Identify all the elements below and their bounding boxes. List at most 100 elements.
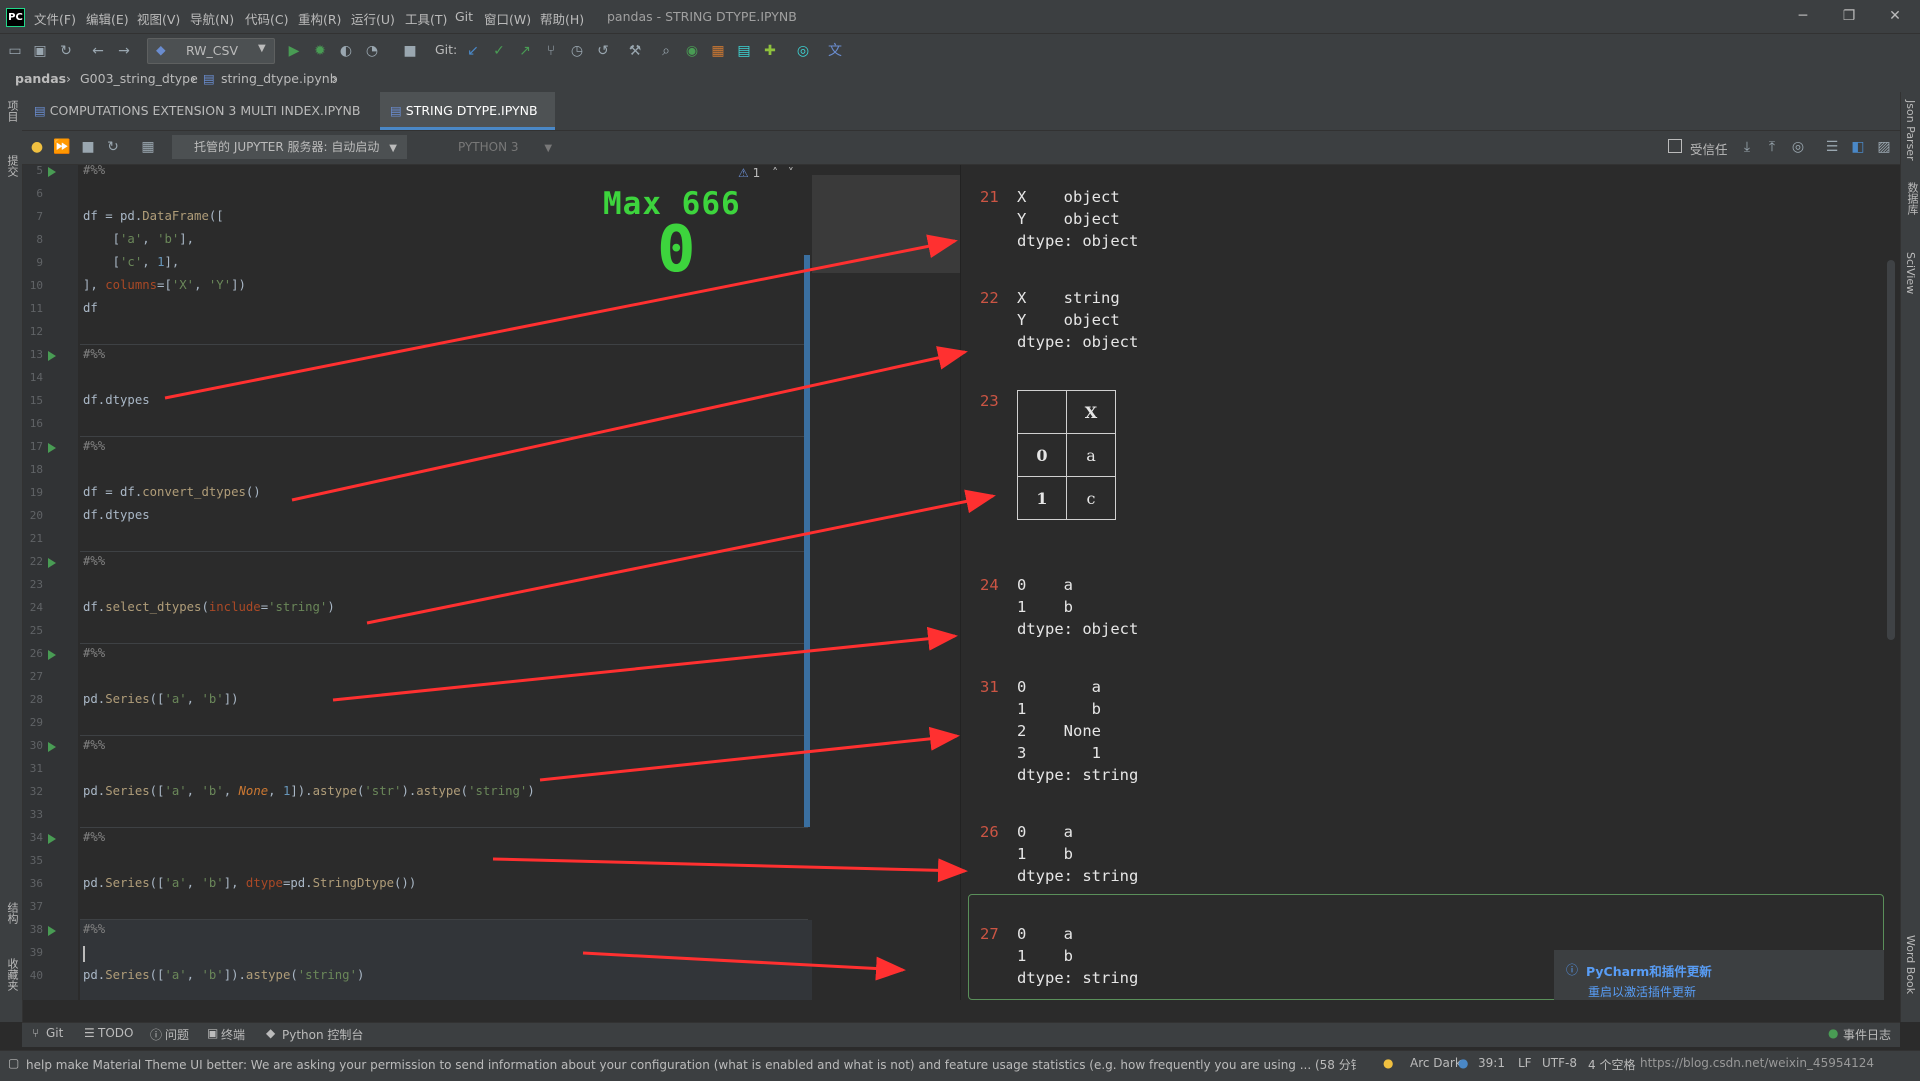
bottom-tab-todo[interactable]: TODO [98,1026,133,1040]
code-line[interactable]: df.dtypes [83,393,150,407]
code-line[interactable]: #%% [83,830,105,844]
bottom-tab-problems[interactable]: 问题 [165,1026,189,1043]
output-scrollbar[interactable] [1887,260,1895,640]
commit-tool-window[interactable]: 提交 [4,155,20,177]
lightbulb-icon[interactable]: ● [27,137,47,157]
git-commit-icon[interactable]: ✓ [489,41,509,61]
close-window-button[interactable]: ✕ [1874,4,1916,28]
restart-kernel-icon[interactable]: ↻ [103,137,123,157]
editor-scrollbar[interactable] [804,255,810,827]
code-line[interactable]: pd.Series(['a', 'b'], dtype=pd.StringDty… [83,876,416,890]
preview-only-icon[interactable]: ▨ [1874,137,1894,157]
code-line[interactable]: #%% [83,163,105,177]
run-cell-icon[interactable] [48,834,56,844]
run-cell-icon[interactable] [48,351,56,361]
menu-navigate[interactable]: 导航(N) [190,9,234,28]
jupyter-server-select[interactable]: 托管的 JUPYTER 服务器: 自动启动 ▼ [172,135,407,159]
code-minimap[interactable] [812,175,960,273]
tab-computations-extension[interactable]: ▤ COMPUTATIONS EXTENSION 3 MULTI INDEX.I… [24,92,380,156]
database-tool-window[interactable]: 数据库 [1904,182,1920,215]
run-cell-icon[interactable] [48,443,56,453]
code-line[interactable]: ['a', 'b'], [83,232,194,246]
code-line[interactable]: #%% [83,439,105,453]
chevron-up-icon[interactable]: ˄ [772,166,778,180]
profile-icon[interactable]: ◔ [362,41,382,61]
project-tool-window[interactable]: 项目 [4,100,20,122]
menu-window[interactable]: 窗口(W) [484,9,531,28]
bottom-tab-python-console[interactable]: Python 控制台 [282,1026,363,1043]
event-log-tab[interactable]: 事件日志 [1843,1026,1891,1043]
favorites-tool-window[interactable]: 收藏夹 [4,958,20,991]
editor-only-icon[interactable]: ☰ [1822,137,1842,157]
bottom-tab-terminal[interactable]: 终端 [221,1026,245,1043]
structure-icon[interactable]: ▦ [708,41,728,61]
plugin-icon[interactable]: ▤ [734,41,754,61]
inspect-icon[interactable]: ◉ [682,41,702,61]
split-view-icon[interactable]: ◧ [1848,137,1868,157]
breadcrumb-project[interactable]: pandas [15,71,66,86]
code-line[interactable]: #%% [83,646,105,660]
git-branch-icon[interactable]: ⑂ [541,41,561,61]
restart-link[interactable]: 重启以激活插件更新 [1588,983,1696,1000]
git-push-icon[interactable]: ↗ [515,41,535,61]
structure-tool-window[interactable]: 结构 [4,902,20,924]
run-icon[interactable]: ▶ [284,41,304,61]
code-line[interactable]: #%% [83,738,105,752]
breadcrumb-folder[interactable]: G003_string_dtype [80,71,198,86]
caret-position[interactable]: 39:1 [1478,1056,1505,1070]
code-line[interactable]: df = pd.DataFrame([ [83,209,224,223]
code-line[interactable]: df = df.convert_dtypes() [83,485,261,499]
run-cell-icon[interactable] [48,558,56,568]
kernel-select[interactable]: PYTHON 3 ▼ [420,135,560,159]
menu-git[interactable]: Git [455,9,473,24]
variables-icon[interactable]: ▦ [138,137,158,157]
code-line[interactable]: pd.Series(['a', 'b', None, 1]).astype('s… [83,784,535,798]
code-line[interactable]: df [83,301,98,315]
stop-icon[interactable]: ■ [400,41,420,61]
history-icon[interactable]: ◷ [567,41,587,61]
menu-file[interactable]: 文件(F) [34,9,76,28]
split-divider[interactable] [960,165,961,1000]
database-icon[interactable]: ◎ [793,41,813,61]
back-icon[interactable]: ← [88,41,108,61]
search-icon[interactable]: ⌕ [656,41,676,61]
json-parser-tool-window[interactable]: Json Parser [1904,100,1917,161]
translate-icon[interactable]: 文 [825,41,845,61]
run-all-icon[interactable]: ⏩ [52,137,72,157]
run-cell-icon[interactable] [48,167,56,177]
puzzle-icon[interactable]: ✚ [760,41,780,61]
theme-name[interactable]: Arc Dark [1410,1056,1462,1070]
tab-string-dtype[interactable]: ▤ STRING DTYPE.IPYNB ✕ [380,92,555,156]
file-encoding[interactable]: UTF-8 [1542,1056,1577,1070]
settings-wrench-icon[interactable]: ⚒ [625,41,645,61]
code-line[interactable]: df.dtypes [83,508,150,522]
minimize-button[interactable]: ─ [1782,4,1824,28]
sync-icon[interactable]: ↻ [56,41,76,61]
menu-refactor[interactable]: 重构(R) [298,9,341,28]
rollback-icon[interactable]: ↺ [593,41,613,61]
code-line[interactable]: ], columns=['X', 'Y']) [83,278,246,292]
bottom-tab-git[interactable]: Git [46,1026,63,1040]
indent-setting[interactable]: 4 个空格 [1588,1056,1635,1073]
git-update-icon[interactable]: ↙ [463,41,483,61]
run-cell-icon[interactable] [48,742,56,752]
menu-code[interactable]: 代码(C) [245,9,288,28]
import-icon[interactable]: ⤒ [1762,137,1782,157]
run-cell-icon[interactable] [48,650,56,660]
line-separator[interactable]: LF [1518,1056,1532,1070]
code-line[interactable]: #%% [83,922,105,936]
trusted-checkbox[interactable] [1668,139,1682,153]
chevron-down-icon[interactable]: ˅ [788,166,794,180]
run-configuration-select[interactable]: ◆ RW_CSV ▼ [147,38,275,64]
menu-edit[interactable]: 编辑(E) [86,9,129,28]
status-message[interactable]: help make Material Theme UI better: We a… [26,1056,1356,1073]
menu-tools[interactable]: 工具(T) [405,9,447,28]
code-line[interactable]: #%% [83,554,105,568]
export-icon[interactable]: ⤓ [1737,137,1757,157]
menu-help[interactable]: 帮助(H) [540,9,584,28]
preview-icon[interactable]: ◎ [1788,137,1808,157]
save-icon[interactable]: ▣ [30,41,50,61]
restore-button[interactable]: ❐ [1828,4,1870,28]
menu-run[interactable]: 运行(U) [351,9,395,28]
open-folder-icon[interactable]: ▭ [5,41,25,61]
